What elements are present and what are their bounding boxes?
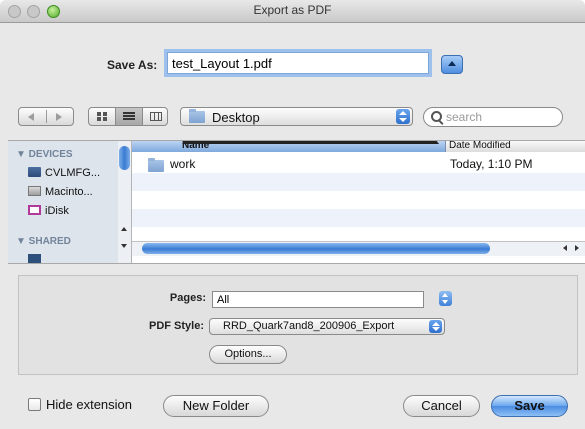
sidebar-item-device[interactable]: iDisk	[28, 205, 69, 219]
scroll-left-arrow-icon[interactable]	[563, 245, 567, 251]
location-label: Desktop	[212, 110, 260, 125]
sidebar-item-device[interactable]: CVLMFG...	[28, 167, 100, 181]
export-pdf-dialog: Export as PDF Save As: Desktop search ▼ …	[0, 0, 585, 429]
sidebar-item-device[interactable]: Macinto...	[28, 186, 93, 200]
pdf-style-value: RRD_Quark7and8_200906_Export	[223, 320, 395, 332]
scroll-up-arrow-icon[interactable]	[121, 227, 127, 231]
computer-icon	[28, 167, 41, 177]
column-header-name[interactable]: Name	[132, 141, 446, 152]
sort-ascending-icon	[182, 141, 439, 144]
list-stripe	[132, 209, 585, 227]
file-list: Name Date Modified work Today, 1:10 PM	[132, 141, 585, 263]
folder-icon	[189, 109, 205, 123]
file-date: Today, 1:10 PM	[450, 157, 533, 171]
pages-stepper-icon[interactable]	[439, 291, 452, 306]
column-view-button[interactable]	[143, 108, 169, 125]
hide-extension-checkbox[interactable]	[28, 398, 41, 411]
view-mode-buttons[interactable]	[88, 107, 168, 126]
search-placeholder: search	[446, 110, 483, 124]
sidebar-header-shared: ▼ SHARED	[16, 236, 71, 247]
divider	[46, 110, 47, 123]
window-title: Export as PDF	[253, 3, 332, 17]
sidebar: ▼ DEVICES CVLMFG... Macinto... iDisk ▼ S…	[8, 141, 119, 263]
collapse-browser-button[interactable]	[441, 55, 463, 74]
icon-view-icon	[97, 112, 107, 121]
column-header-label: Date Modified	[449, 140, 511, 151]
popup-arrows-icon	[429, 320, 442, 333]
column-view-icon	[150, 112, 162, 121]
file-browser: ▼ DEVICES CVLMFG... Macinto... iDisk ▼ S…	[8, 140, 585, 264]
forward-arrow-icon[interactable]	[56, 113, 62, 121]
list-stripe	[132, 173, 585, 191]
back-arrow-icon[interactable]	[28, 113, 34, 121]
column-header-date[interactable]: Date Modified	[446, 141, 585, 152]
network-computer-icon	[28, 254, 41, 263]
hide-extension-label[interactable]: Hide extension	[46, 397, 132, 412]
sidebar-item-shared[interactable]	[28, 254, 45, 263]
save-as-label: Save As:	[107, 58, 158, 72]
save-button[interactable]: Save	[491, 395, 568, 417]
list-header: Name Date Modified	[132, 141, 585, 152]
folder-icon	[148, 158, 164, 172]
scroll-down-arrow-icon[interactable]	[121, 244, 127, 248]
scrollbar-thumb[interactable]	[119, 146, 130, 170]
search-icon	[431, 111, 442, 122]
location-popup[interactable]: Desktop	[180, 107, 413, 126]
pages-label: Pages:	[169, 292, 206, 304]
list-view-button[interactable]	[116, 108, 142, 125]
cancel-button[interactable]: Cancel	[403, 395, 480, 417]
back-forward-buttons[interactable]	[18, 107, 74, 126]
sidebar-header-devices: ▼ DEVICES	[16, 149, 73, 160]
idisk-icon	[28, 205, 41, 215]
scroll-right-arrow-icon[interactable]	[575, 245, 579, 251]
list-item[interactable]: work Today, 1:10 PM	[132, 155, 585, 173]
list-view-icon	[123, 112, 135, 121]
sidebar-item-label: CVLMFG...	[45, 167, 101, 179]
popup-arrows-icon	[396, 109, 410, 124]
file-name: work	[170, 157, 196, 171]
horizontal-scrollbar[interactable]	[132, 241, 585, 256]
save-as-input[interactable]	[167, 52, 429, 74]
title-bar: Export as PDF	[0, 0, 585, 23]
sidebar-item-label: Macinto...	[45, 186, 93, 198]
search-field[interactable]: search	[423, 107, 563, 127]
pdf-style-popup[interactable]: RRD_Quark7and8_200906_Export	[209, 318, 445, 335]
options-button[interactable]: Options...	[209, 345, 287, 364]
hard-disk-icon	[28, 186, 41, 196]
scrollbar-thumb[interactable]	[142, 243, 490, 254]
sidebar-item-label: iDisk	[45, 205, 69, 217]
icon-view-button[interactable]	[89, 108, 115, 125]
sidebar-scrollbar[interactable]	[118, 141, 132, 263]
pdf-style-label: PDF Style:	[148, 320, 204, 332]
new-folder-button[interactable]: New Folder	[163, 395, 269, 417]
pages-input[interactable]	[212, 291, 424, 308]
